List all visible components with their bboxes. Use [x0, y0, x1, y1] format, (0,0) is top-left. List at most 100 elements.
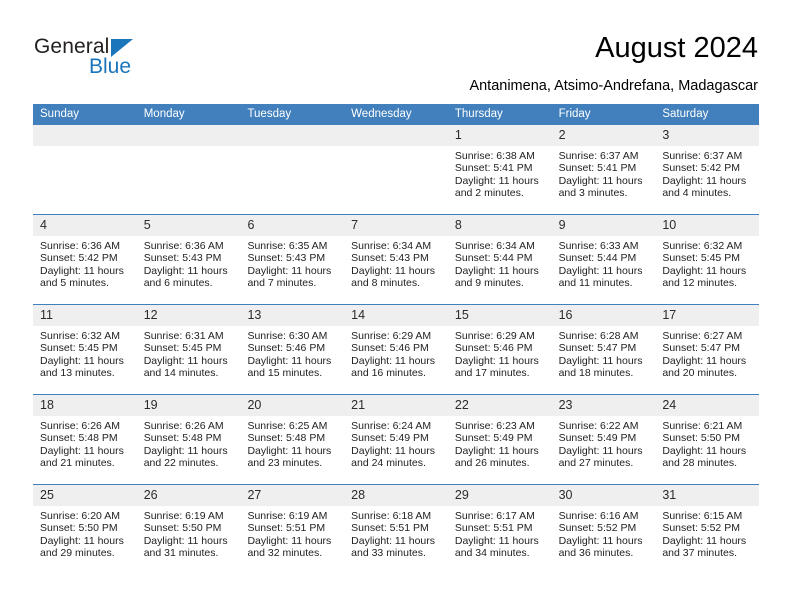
daylight-text: Daylight: 11 hours [351, 444, 436, 457]
day-number[interactable]: 25 [33, 485, 137, 506]
sunset-text: Sunset: 5:42 PM [40, 252, 118, 265]
day-detail-row: Sunrise: 6:36 AM Sunset: 5:42 PM Daylight:… [33, 236, 759, 304]
day-number[interactable]: 13 [240, 305, 344, 326]
daylight-text: Daylight: 11 hours [40, 264, 124, 277]
day-number[interactable]: 5 [137, 215, 241, 236]
daylight-text-cont: and 21 minutes. [40, 457, 115, 470]
day-number[interactable]: 21 [344, 395, 448, 416]
daylight-text-cont: and 15 minutes. [247, 367, 323, 380]
day-cell-empty [33, 146, 137, 214]
day-number[interactable]: 30 [552, 485, 656, 506]
day-cell[interactable]: Sunrise: 6:20 AM Sunset: 5:50 PM Daylight:… [33, 506, 137, 574]
day-number[interactable]: 23 [552, 395, 656, 416]
day-cell[interactable]: Sunrise: 6:35 AM Sunset: 5:43 PM Daylight:… [240, 236, 344, 304]
day-cell[interactable]: Sunrise: 6:32 AM Sunset: 5:45 PM Daylight:… [655, 236, 759, 304]
day-number[interactable]: 29 [448, 485, 552, 506]
day-number[interactable]: 19 [137, 395, 241, 416]
daylight-text: Daylight: 11 hours [558, 444, 643, 457]
day-cell[interactable]: Sunrise: 6:31 AM Sunset: 5:45 PM Daylight:… [137, 326, 241, 394]
day-cell[interactable]: Sunrise: 6:29 AM Sunset: 5:46 PM Daylight:… [344, 326, 448, 394]
day-cell[interactable]: Sunrise: 6:17 AM Sunset: 5:51 PM Daylight:… [448, 506, 552, 574]
day-number[interactable]: 2 [552, 125, 656, 146]
day-number[interactable]: 15 [448, 305, 552, 326]
day-number[interactable]: 26 [137, 485, 241, 506]
daylight-text: Daylight: 11 hours [351, 354, 436, 367]
day-number[interactable]: 31 [655, 485, 759, 506]
day-cell[interactable]: Sunrise: 6:18 AM Sunset: 5:51 PM Daylight:… [344, 506, 448, 574]
day-cell-empty [344, 146, 448, 214]
day-number[interactable]: 1 [448, 125, 552, 146]
day-cell[interactable]: Sunrise: 6:37 AM Sunset: 5:42 PM Daylight:… [655, 146, 759, 214]
day-cell[interactable]: Sunrise: 6:22 AM Sunset: 5:49 PM Daylight:… [552, 416, 656, 484]
daylight-text: Daylight: 11 hours [454, 264, 539, 277]
brand-logo[interactable]: General Blue [34, 36, 234, 86]
day-number[interactable]: 24 [655, 395, 759, 416]
day-cell[interactable]: Sunrise: 6:28 AM Sunset: 5:47 PM Daylight:… [552, 326, 656, 394]
day-number[interactable]: 4 [33, 215, 137, 236]
day-number[interactable]: 22 [448, 395, 552, 416]
daylight-text-cont: and 26 minutes. [454, 457, 530, 470]
daylight-text-cont: and 9 minutes. [454, 277, 524, 290]
day-number[interactable]: 10 [655, 215, 759, 236]
daylight-text-cont: and 11 minutes. [558, 277, 633, 290]
sunset-text: Sunset: 5:45 PM [662, 252, 740, 265]
daylight-text: Daylight: 11 hours [454, 534, 539, 547]
daylight-text-cont: and 3 minutes. [558, 187, 628, 200]
sunset-text: Sunset: 5:49 PM [454, 432, 533, 445]
day-cell[interactable]: Sunrise: 6:36 AM Sunset: 5:43 PM Daylight:… [137, 236, 241, 304]
weekday-header-row: Sunday Monday Tuesday Wednesday Thursday Frid… [33, 104, 759, 125]
daylight-text: Daylight: 11 hours [247, 264, 332, 277]
day-number[interactable]: 12 [137, 305, 241, 326]
day-cell[interactable]: Sunrise: 6:34 AM Sunset: 5:43 PM Daylight:… [344, 236, 448, 304]
day-number[interactable]: 11 [33, 305, 137, 326]
day-cell[interactable]: Sunrise: 6:21 AM Sunset: 5:50 PM Daylight:… [655, 416, 759, 484]
day-cell[interactable]: Sunrise: 6:25 AM Sunset: 5:48 PM Daylight:… [240, 416, 344, 484]
daylight-text: Daylight: 11 hours [143, 534, 228, 547]
day-number[interactable]: 28 [344, 485, 448, 506]
sunset-text: Sunset: 5:50 PM [662, 432, 740, 445]
daylight-text: Daylight: 11 hours [558, 174, 643, 187]
day-number[interactable]: 6 [240, 215, 344, 236]
day-cell[interactable]: Sunrise: 6:32 AM Sunset: 5:45 PM Daylight:… [33, 326, 137, 394]
day-cell[interactable]: Sunrise: 6:38 AM Sunset: 5:41 PM Daylight:… [448, 146, 552, 214]
day-cell[interactable]: Sunrise: 6:37 AM Sunset: 5:41 PM Daylight:… [552, 146, 656, 214]
day-cell[interactable]: Sunrise: 6:24 AM Sunset: 5:49 PM Daylight:… [344, 416, 448, 484]
day-cell[interactable]: Sunrise: 6:19 AM Sunset: 5:50 PM Daylight:… [137, 506, 241, 574]
day-cell[interactable]: Sunrise: 6:34 AM Sunset: 5:44 PM Daylight:… [448, 236, 552, 304]
day-number[interactable]: 14 [344, 305, 448, 326]
day-cell[interactable]: Sunrise: 6:16 AM Sunset: 5:52 PM Daylight:… [552, 506, 656, 574]
day-cell[interactable]: Sunrise: 6:19 AM Sunset: 5:51 PM Daylight:… [240, 506, 344, 574]
day-cell[interactable]: Sunrise: 6:23 AM Sunset: 5:49 PM Daylight:… [448, 416, 552, 484]
daylight-text: Daylight: 11 hours [662, 174, 747, 187]
day-number[interactable]: 17 [655, 305, 759, 326]
sunrise-text: Sunrise: 6:28 AM [558, 330, 639, 342]
sunrise-text: Sunrise: 6:16 AM [558, 510, 639, 522]
day-number[interactable]: 16 [552, 305, 656, 326]
daylight-text: Daylight: 11 hours [143, 354, 228, 367]
day-number[interactable]: 7 [344, 215, 448, 236]
day-cell[interactable]: Sunrise: 6:27 AM Sunset: 5:47 PM Daylight:… [655, 326, 759, 394]
day-cell[interactable]: Sunrise: 6:36 AM Sunset: 5:42 PM Daylight:… [33, 236, 137, 304]
daylight-text-cont: and 8 minutes. [351, 277, 421, 290]
day-cell[interactable]: Sunrise: 6:33 AM Sunset: 5:44 PM Daylight:… [552, 236, 656, 304]
day-number[interactable]: 20 [240, 395, 344, 416]
day-cell[interactable]: Sunrise: 6:26 AM Sunset: 5:48 PM Daylight:… [137, 416, 241, 484]
day-number[interactable]: 3 [655, 125, 759, 146]
calendar-week-row: 11 12 13 14 15 16 17 Sunrise: 6:32 AM Sunset: 5:… [33, 304, 759, 394]
day-cell[interactable]: Sunrise: 6:29 AM Sunset: 5:46 PM Daylight:… [448, 326, 552, 394]
day-number[interactable]: 9 [552, 215, 656, 236]
sunset-text: Sunset: 5:50 PM [40, 522, 118, 535]
day-cell[interactable]: Sunrise: 6:30 AM Sunset: 5:46 PM Daylight:… [240, 326, 344, 394]
sunset-text: Sunset: 5:45 PM [40, 342, 118, 355]
sunrise-text: Sunrise: 6:32 AM [40, 330, 120, 342]
day-number[interactable]: 18 [33, 395, 137, 416]
day-number[interactable]: 27 [240, 485, 344, 506]
daylight-text: Daylight: 11 hours [247, 354, 332, 367]
day-cell[interactable]: Sunrise: 6:26 AM Sunset: 5:48 PM Daylight:… [33, 416, 137, 484]
daylight-text: Daylight: 11 hours [454, 354, 539, 367]
sunset-text: Sunset: 5:42 PM [662, 162, 740, 175]
day-number[interactable]: 8 [448, 215, 552, 236]
weekday-header-sunday: Sunday [40, 108, 80, 120]
sunrise-text: Sunrise: 6:35 AM [247, 240, 328, 252]
day-cell[interactable]: Sunrise: 6:15 AM Sunset: 5:52 PM Daylight:… [655, 506, 759, 574]
